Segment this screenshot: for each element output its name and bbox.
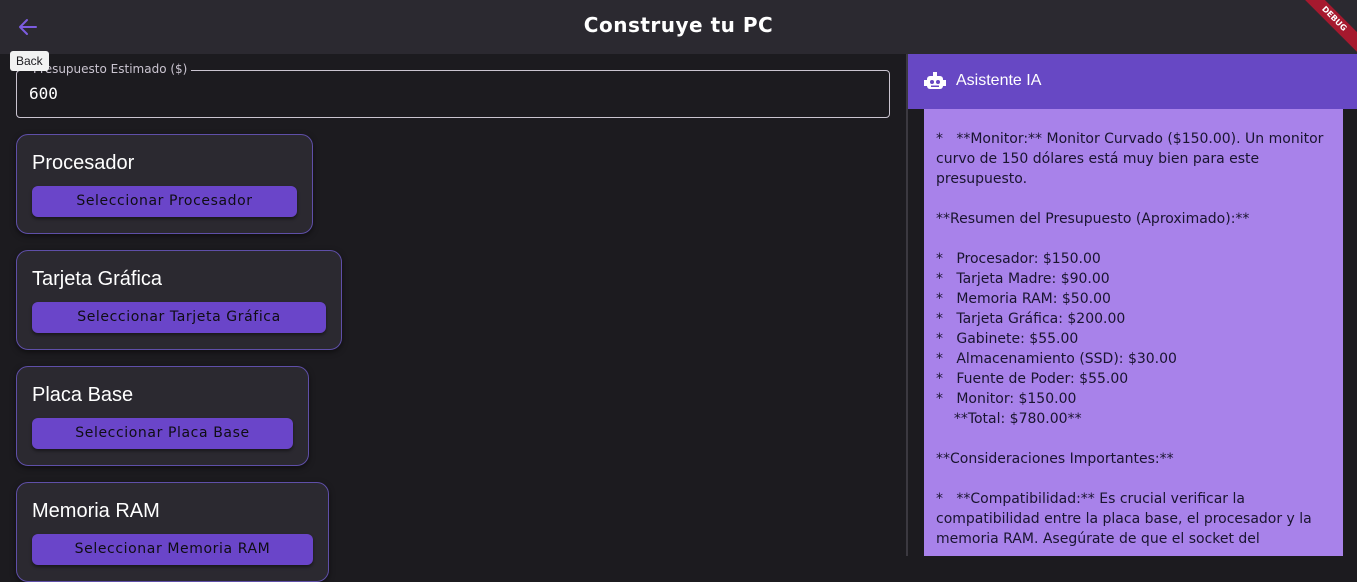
component-title: Tarjeta Gráfica (32, 268, 163, 290)
app-bar: Construye tu PC DEBUG (0, 0, 1357, 56)
assistant-title: Asistente IA (956, 72, 1042, 89)
component-card-procesador: Procesador Seleccionar Procesador (16, 134, 313, 234)
component-card-tarjeta-grafica: Tarjeta Gráfica Seleccionar Tarjeta Gráf… (16, 250, 342, 350)
component-card-placa-base: Placa Base Seleccionar Placa Base (16, 366, 309, 466)
page-title: Construye tu PC (583, 13, 774, 37)
assistant-header: Asistente IA (908, 54, 1357, 109)
builder-panel: Presupuesto Estimado ($) 600 Procesador … (0, 54, 906, 582)
component-card-memoria-ram: Memoria RAM Seleccionar Memoria RAM (16, 482, 329, 582)
robot-icon (924, 72, 946, 89)
component-title: Memoria RAM (32, 500, 160, 522)
budget-value[interactable]: 600 (29, 84, 58, 103)
select-tarjeta-grafica-button[interactable]: Seleccionar Tarjeta Gráfica (32, 302, 326, 333)
back-tooltip: Back (10, 51, 49, 71)
assistant-response-area[interactable]: Gabinete * **Monitor:** Monitor Curvado … (924, 109, 1343, 556)
budget-label: Presupuesto Estimado ($) (29, 62, 192, 76)
select-placa-base-button[interactable]: Seleccionar Placa Base (32, 418, 293, 449)
assistant-response-text: Gabinete * **Monitor:** Monitor Curvado … (936, 131, 1324, 547)
component-title: Placa Base (32, 384, 134, 406)
component-title: Procesador (32, 152, 135, 174)
budget-input[interactable]: Presupuesto Estimado ($) 600 (16, 62, 890, 118)
assistant-panel: Asistente IA Gabinete * **Monitor:** Mon… (908, 54, 1357, 556)
select-memoria-ram-button[interactable]: Seleccionar Memoria RAM (32, 534, 313, 565)
select-procesador-button[interactable]: Seleccionar Procesador (32, 186, 297, 217)
